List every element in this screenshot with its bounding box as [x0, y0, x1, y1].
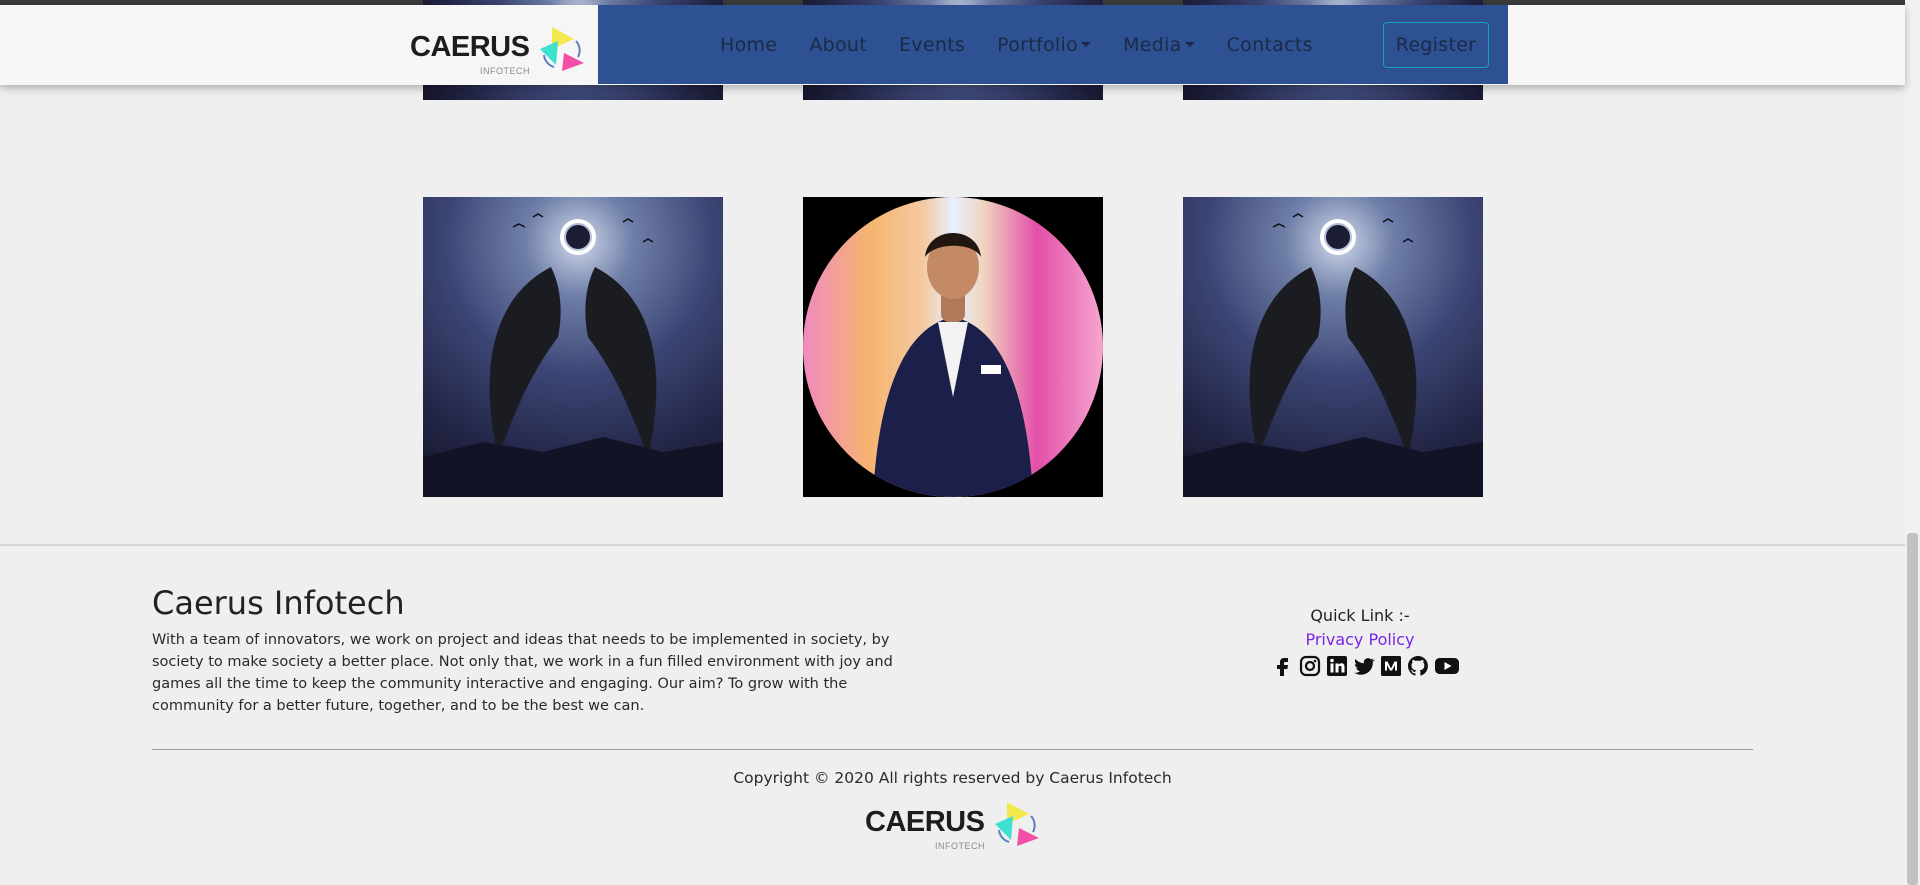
- footer-separator: [0, 544, 1905, 546]
- brand-name: CAERUS: [410, 31, 530, 63]
- quick-link-heading: Quick Link :-: [1310, 606, 1410, 625]
- twitter-icon[interactable]: [1353, 655, 1375, 677]
- nav-events[interactable]: Events: [899, 34, 965, 56]
- brand-logo[interactable]: CAERUS INFOTECH: [410, 19, 590, 76]
- brand-sub: INFOTECH: [480, 66, 530, 76]
- nav-portfolio-label: Portfolio: [997, 33, 1079, 56]
- nav-portfolio-dropdown[interactable]: Portfolio: [997, 33, 1092, 56]
- footer-description: With a team of innovators, we work on pr…: [152, 632, 893, 714]
- medium-icon[interactable]: [1380, 655, 1402, 677]
- footer-title: Caerus Infotech: [152, 584, 405, 622]
- gallery-image-wings-4[interactable]: [423, 197, 723, 497]
- logo-triangles-icon: [995, 802, 1039, 846]
- caret-down-icon: [1184, 41, 1195, 47]
- portrait-photo: [803, 197, 1103, 497]
- instagram-icon[interactable]: [1299, 655, 1321, 677]
- footer-divider: [152, 749, 1753, 750]
- nav-media-dropdown[interactable]: Media: [1123, 34, 1195, 56]
- nav-menu: Home About Events Portfolio Media Contac…: [598, 5, 1508, 84]
- linkedin-icon[interactable]: [1326, 655, 1348, 677]
- social-icons: [1272, 655, 1460, 677]
- youtube-icon[interactable]: [1434, 655, 1460, 677]
- nav-contacts[interactable]: Contacts: [1227, 34, 1313, 56]
- wings-artwork: [423, 197, 723, 497]
- gallery-image-portrait[interactable]: [803, 197, 1103, 497]
- footer-brand-logo[interactable]: CAERUS INFOTECH: [865, 794, 1045, 851]
- wings-artwork: [1183, 197, 1483, 497]
- github-icon[interactable]: [1407, 655, 1429, 677]
- navbar: CAERUS INFOTECH Home About Events Portfo…: [0, 5, 1905, 85]
- brand-name: CAERUS: [865, 806, 985, 838]
- nav-media-label: Media: [1123, 33, 1182, 56]
- copyright-text: Copyright © 2020 All rights reserved by …: [733, 769, 1172, 787]
- gallery-image-wings-5[interactable]: [1183, 197, 1483, 497]
- brand-sub: INFOTECH: [935, 841, 985, 851]
- scrollbar-thumb[interactable]: [1907, 533, 1918, 885]
- vertical-scrollbar[interactable]: [1905, 0, 1920, 885]
- privacy-policy-link[interactable]: Privacy Policy: [1260, 630, 1460, 649]
- register-button[interactable]: Register: [1383, 22, 1489, 68]
- portrait-background: [803, 197, 1103, 497]
- logo-triangles-icon: [540, 27, 584, 71]
- caret-down-icon: [1081, 41, 1092, 47]
- nav-home[interactable]: Home: [720, 34, 777, 56]
- facebook-icon[interactable]: [1272, 655, 1294, 677]
- nav-about[interactable]: About: [809, 34, 867, 56]
